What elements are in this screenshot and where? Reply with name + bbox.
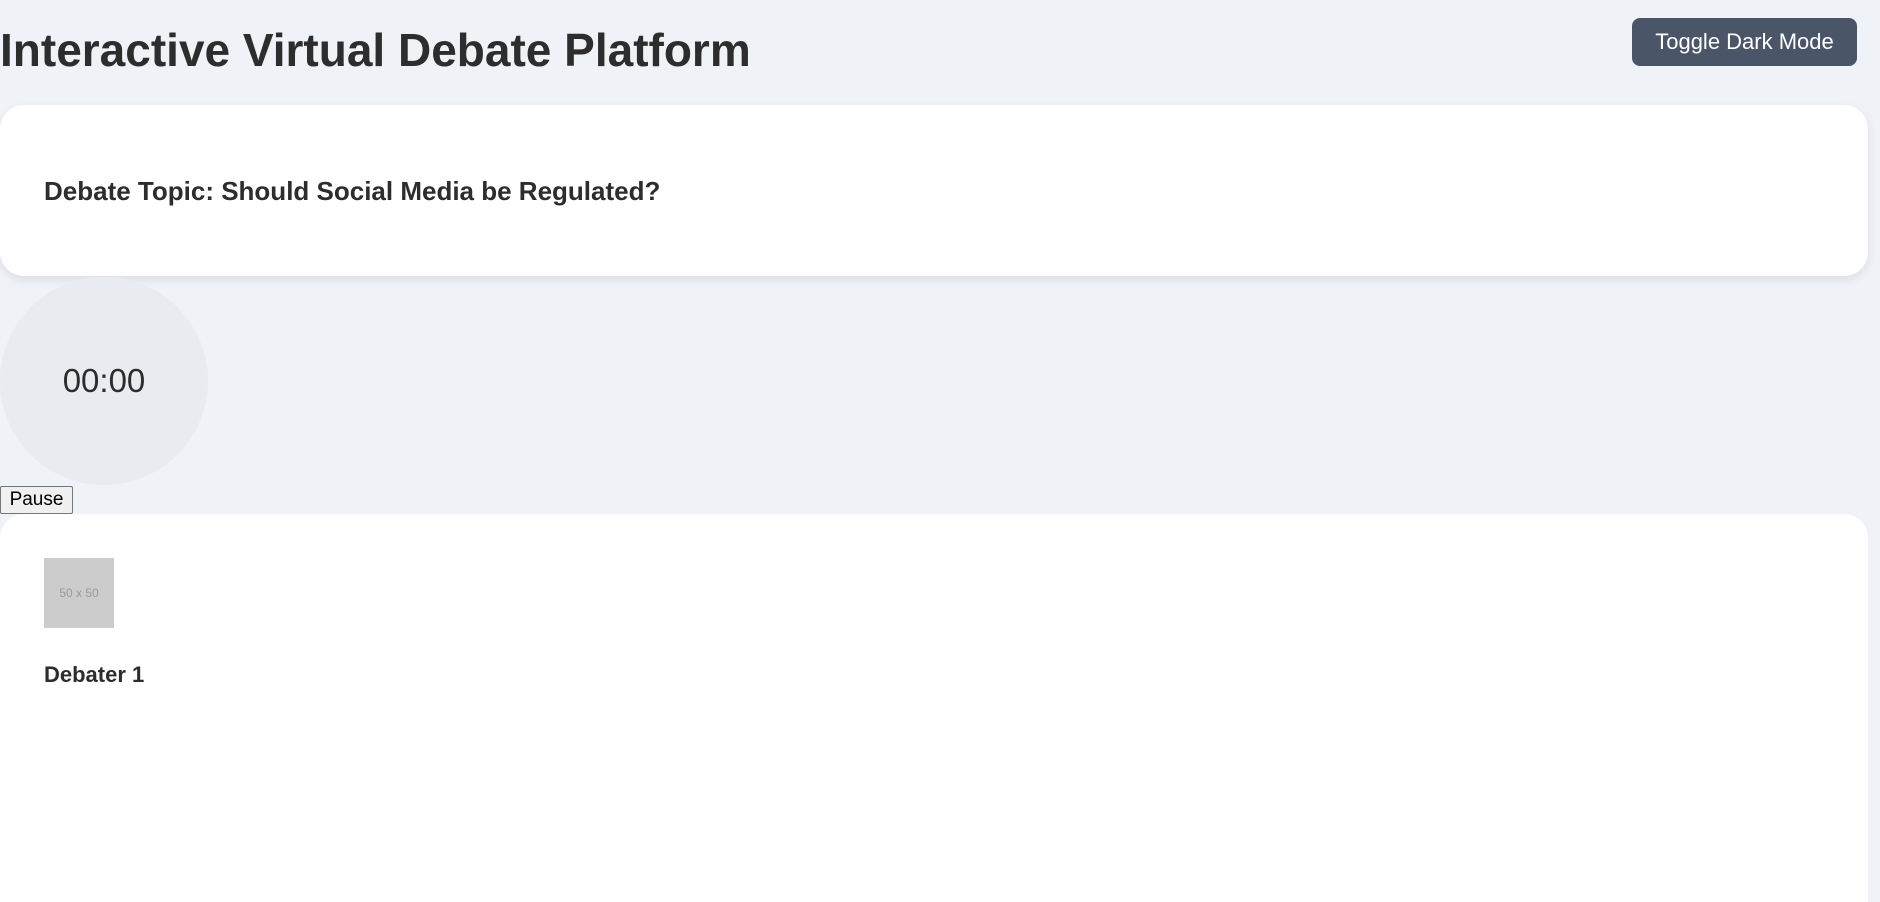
debate-page: Interactive Virtual Debate Platform Togg… (0, 0, 1880, 902)
pause-button[interactable]: Pause (0, 486, 73, 514)
debater-avatar: 50 x 50 (44, 558, 114, 628)
avatar-placeholder-label: 50 x 50 (59, 586, 99, 600)
debater-name: Debater 1 (44, 662, 145, 687)
timer-circle: 00:00 (0, 277, 208, 485)
timer-display: 00:00 (62, 362, 146, 399)
debaters-panel (0, 514, 1868, 902)
toggle-dark-mode-button[interactable]: Toggle Dark Mode (1632, 18, 1857, 66)
debate-topic: Debate Topic: Should Social Media be Reg… (44, 176, 661, 206)
page-title: Interactive Virtual Debate Platform (0, 24, 751, 76)
